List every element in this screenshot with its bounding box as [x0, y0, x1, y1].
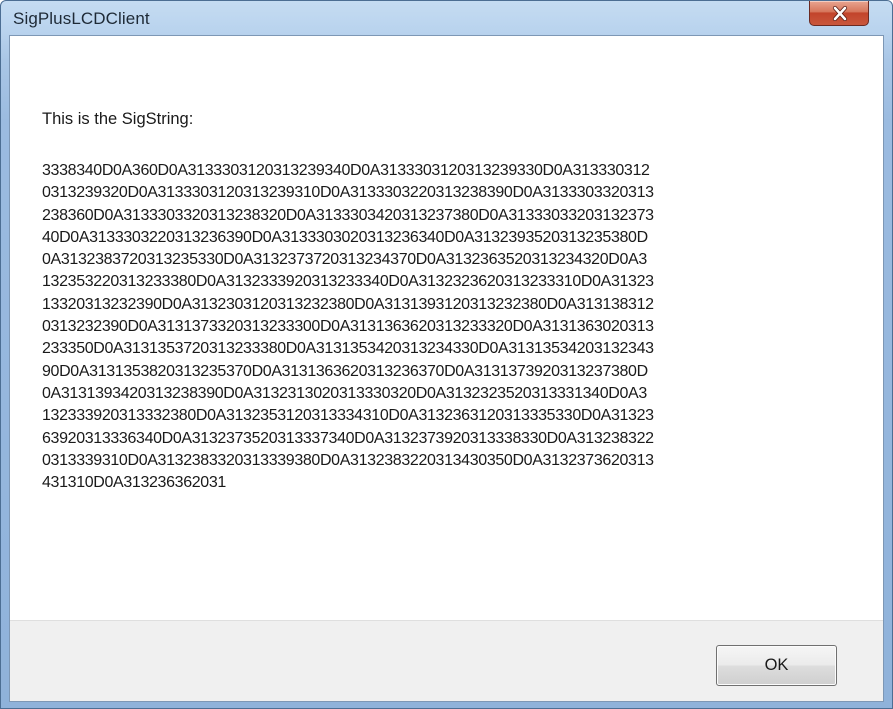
close-button[interactable]	[809, 1, 869, 26]
title-bar[interactable]: SigPlusLCDClient	[1, 1, 892, 35]
sigstring-text: 3338340D0A360D0A3133303120313239340D0A31…	[42, 162, 654, 492]
close-x-icon	[832, 6, 848, 21]
button-bar: OK	[10, 620, 883, 701]
message-heading: This is the SigString:	[42, 110, 194, 128]
ok-button[interactable]: OK	[716, 645, 837, 686]
message-area: This is the SigString: 3338340D0A360D0A3…	[10, 36, 883, 620]
dialog-client-area: This is the SigString: 3338340D0A360D0A3…	[9, 35, 884, 702]
dialog-window: SigPlusLCDClient This is the SigString: …	[0, 0, 893, 709]
window-title: SigPlusLCDClient	[13, 9, 150, 28]
